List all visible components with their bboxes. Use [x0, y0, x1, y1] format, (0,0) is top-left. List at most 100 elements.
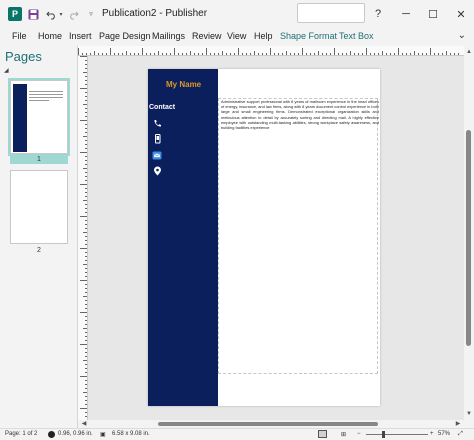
save-icon[interactable]	[26, 6, 40, 22]
ruler-tick	[83, 392, 87, 393]
contact-heading[interactable]: Contact	[149, 104, 175, 111]
undo-icon[interactable]	[44, 6, 58, 22]
ruler-tick	[410, 53, 411, 55]
ruler-tick	[146, 53, 147, 55]
thumbnail-sidebar	[13, 84, 27, 152]
phone-icon	[152, 118, 162, 128]
ruler-tick	[234, 53, 235, 55]
ruler-tick	[85, 112, 87, 113]
ruler-tick	[334, 48, 335, 55]
ruler-tick	[362, 53, 363, 55]
ruler-tick	[85, 412, 87, 413]
maximize-button[interactable]: ☐	[422, 4, 444, 24]
zoom-in-button[interactable]: +	[430, 431, 434, 437]
tab-file[interactable]: File	[12, 31, 27, 41]
zoom-out-button[interactable]: −	[357, 431, 361, 437]
scroll-right-icon[interactable]: ▶	[454, 420, 462, 428]
ruler-tick	[80, 280, 87, 281]
scroll-left-icon[interactable]: ◀	[80, 420, 88, 428]
vertical-scroll-thumb[interactable]	[466, 130, 471, 346]
ruler-tick	[85, 404, 87, 405]
ruler-tick	[402, 53, 403, 55]
scroll-down-icon[interactable]: ▼	[465, 410, 473, 418]
tab-home[interactable]: Home	[38, 31, 62, 41]
horizontal-ruler[interactable]	[78, 46, 464, 56]
ruler-tick	[85, 268, 87, 269]
help-button[interactable]: ?	[367, 4, 389, 24]
profile-text-box[interactable]: Administrative support professional with…	[221, 99, 379, 130]
ruler-tick	[282, 53, 283, 55]
ruler-tick	[85, 348, 87, 349]
ruler-tick	[126, 51, 127, 55]
ruler-tick	[270, 48, 271, 55]
ruler-tick	[83, 296, 87, 297]
ruler-tick	[122, 53, 123, 55]
ruler-tick	[85, 108, 87, 109]
vertical-ruler[interactable]	[78, 56, 88, 420]
resume-sidebar[interactable]: My Name Contact	[148, 69, 218, 406]
collapse-ribbon-icon[interactable]: ⌄	[458, 30, 466, 41]
ruler-tick	[85, 80, 87, 81]
mobile-icon	[152, 134, 162, 144]
tab-shape-format[interactable]: Shape Format	[280, 31, 337, 41]
ruler-tick	[454, 53, 455, 55]
ruler-tick	[85, 196, 87, 197]
tab-help[interactable]: Help	[254, 31, 273, 41]
tab-text-box[interactable]: Text Box	[339, 31, 374, 41]
vertical-scrollbar[interactable]: ▲ ▼	[464, 46, 474, 420]
ruler-tick	[85, 244, 87, 245]
ruler-tick	[286, 51, 287, 55]
close-button[interactable]: ✕	[450, 4, 472, 24]
ruler-tick	[378, 53, 379, 55]
tab-page-design[interactable]: Page Design	[99, 31, 151, 41]
fit-page-icon[interactable]: ⤢	[458, 431, 463, 438]
ruler-tick	[398, 48, 399, 55]
ruler-tick	[250, 53, 251, 55]
ruler-tick	[446, 51, 447, 55]
two-page-view-icon[interactable]: ⊞	[341, 431, 346, 438]
ruler-tick	[150, 53, 151, 55]
ruler-tick	[114, 53, 115, 55]
scroll-up-icon[interactable]: ▲	[465, 48, 473, 56]
zoom-level[interactable]: 57%	[438, 431, 450, 437]
horizontal-scrollbar[interactable]: ◀ ▶	[78, 420, 464, 428]
zoom-slider-knob[interactable]	[382, 431, 385, 438]
pages-pane-title: Pages	[5, 49, 42, 64]
ruler-tick	[85, 188, 87, 189]
ruler-tick	[290, 53, 291, 55]
horizontal-scroll-thumb[interactable]	[158, 422, 378, 426]
thumbnail-text-line	[29, 97, 63, 98]
ruler-tick	[85, 356, 87, 357]
ruler-tick	[206, 48, 207, 55]
ruler-tick	[85, 64, 87, 65]
ruler-tick	[85, 388, 87, 389]
zoom-slider[interactable]	[366, 434, 428, 435]
document-canvas[interactable]: My Name Contact Administrative support p…	[88, 56, 464, 420]
ruler-tick	[85, 100, 87, 101]
page-indicator[interactable]: Page: 1 of 2	[5, 431, 37, 437]
ruler-tick	[258, 53, 259, 55]
ruler-tick	[85, 68, 87, 69]
minimize-button[interactable]: ─	[395, 4, 417, 24]
page-thumbnail-1[interactable]	[8, 78, 70, 156]
ruler-tick	[322, 53, 323, 55]
ruler-tick	[85, 220, 87, 221]
tab-review[interactable]: Review	[192, 31, 222, 41]
customize-quick-access-icon[interactable]: ▿	[86, 6, 96, 22]
ruler-tick	[434, 53, 435, 55]
tab-mailings[interactable]: Mailings	[152, 31, 185, 41]
pane-collapse-icon[interactable]: ◢	[4, 67, 9, 74]
tab-view[interactable]: View	[227, 31, 246, 41]
name-heading[interactable]: My Name	[166, 80, 201, 89]
tab-insert[interactable]: Insert	[69, 31, 92, 41]
ruler-tick	[85, 340, 87, 341]
object-position: 0.96, 0.96 in.	[58, 431, 93, 437]
ruler-tick	[85, 180, 87, 181]
undo-dropdown-icon[interactable]: ▾	[58, 6, 64, 22]
page-thumbnail-2[interactable]	[10, 170, 68, 244]
ruler-tick	[85, 332, 87, 333]
search-box[interactable]	[297, 3, 365, 23]
ruler-tick	[210, 53, 211, 55]
single-page-view-icon[interactable]	[318, 430, 327, 438]
redo-icon[interactable]	[66, 6, 80, 22]
